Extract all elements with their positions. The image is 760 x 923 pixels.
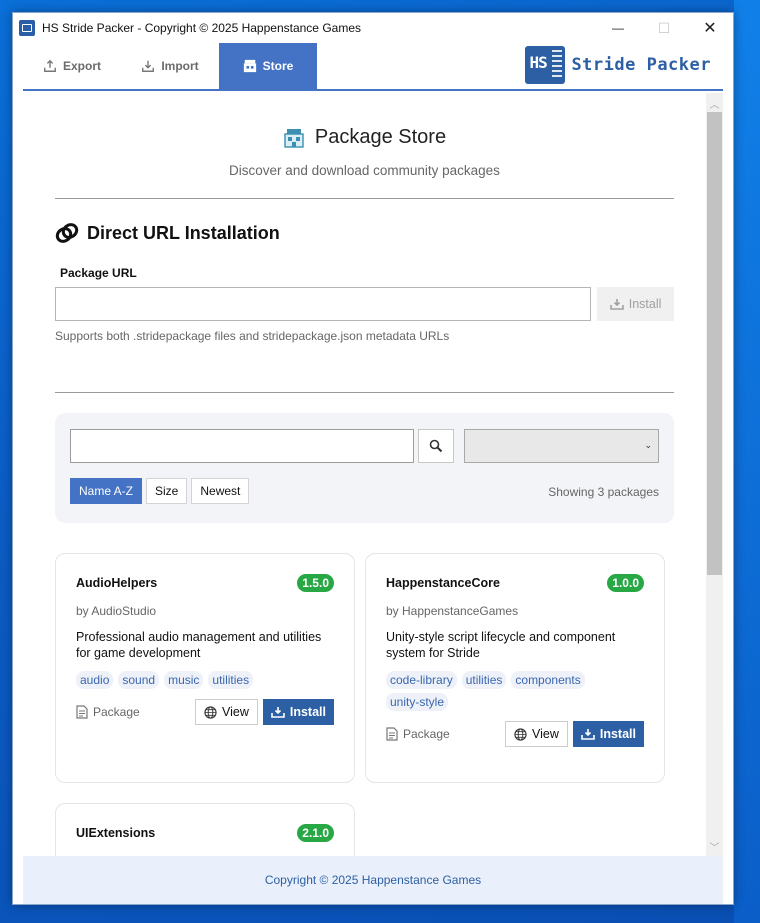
link-icon: [55, 223, 79, 243]
tag[interactable]: audio: [76, 671, 114, 689]
direct-url-heading: Direct URL Installation: [55, 222, 674, 244]
package-count: Showing 3 packages: [548, 485, 659, 499]
scroll-down-icon[interactable]: ﹀: [706, 838, 723, 854]
package-card: AudioHelpers 1.5.0 by AudioStudio Profes…: [55, 553, 355, 783]
filter-panel: ⌄ Name A-Z Size Newest Showing 3 package…: [55, 413, 674, 523]
page-title: Package Store: [314, 126, 447, 148]
divider: [55, 392, 674, 393]
scroll-thumb[interactable]: [707, 112, 722, 575]
package-card: UIExtensions 2.1.0: [55, 803, 355, 856]
install-button[interactable]: Install: [262, 699, 334, 725]
package-name: AudioHelpers: [76, 576, 158, 590]
package-type-label: Package: [93, 705, 140, 719]
tab-import[interactable]: Import: [121, 43, 219, 89]
globe-icon: [514, 727, 527, 741]
tab-store[interactable]: Store: [219, 43, 317, 89]
tag[interactable]: music: [164, 671, 204, 689]
app-icon: [19, 20, 35, 36]
tag-list: code-library utilities components unity-…: [386, 671, 644, 711]
version-badge: 1.5.0: [297, 574, 334, 592]
page-subtitle: Discover and download community packages: [229, 163, 500, 178]
tag-list: audio sound music utilities: [76, 671, 334, 689]
divider: [55, 198, 674, 199]
minimize-button[interactable]: —: [595, 13, 641, 43]
search-icon: [429, 439, 443, 453]
tab-export-label: Export: [62, 59, 101, 73]
maximize-button[interactable]: ☐: [641, 13, 687, 43]
url-install-label: Install: [628, 297, 662, 311]
package-url-input[interactable]: [55, 287, 592, 321]
document-icon: [386, 727, 398, 741]
package-author: by HappenstanceGames: [386, 604, 519, 618]
install-icon: [609, 299, 624, 310]
version-badge: 2.1.0: [297, 824, 334, 842]
store-icon: [243, 59, 256, 73]
search-button[interactable]: [417, 429, 455, 463]
vertical-scrollbar[interactable]: ︿ ﹀: [706, 93, 723, 856]
package-type: Package: [76, 705, 140, 719]
import-icon: [142, 60, 155, 72]
close-button[interactable]: ✕: [687, 13, 733, 43]
globe-icon: [204, 705, 217, 719]
tag[interactable]: unity-style: [386, 693, 449, 711]
install-label: Install: [289, 705, 326, 719]
brand: HS Stride Packer: [525, 46, 711, 84]
desktop-background: [734, 0, 760, 923]
app-window: HS Stride Packer - Copyright © 2025 Happ…: [12, 12, 734, 905]
url-hint: Supports both .stridepackage files and s…: [55, 329, 450, 343]
tab-export[interactable]: Export: [23, 43, 121, 89]
title-bar: HS Stride Packer - Copyright © 2025 Happ…: [13, 13, 733, 43]
window-title: HS Stride Packer - Copyright © 2025 Happ…: [42, 21, 361, 35]
view-button[interactable]: View: [505, 721, 568, 747]
export-icon: [44, 59, 56, 72]
brand-logo: HS: [525, 46, 566, 84]
footer: Copyright © 2025 Happenstance Games: [23, 856, 723, 904]
package-url-label: Package URL: [60, 266, 137, 280]
document-icon: [76, 705, 88, 719]
sort-name-button[interactable]: Name A-Z: [70, 478, 143, 504]
tab-bar: Export Import Store HS Stride Packer: [23, 43, 723, 91]
footer-copyright: Copyright © 2025 Happenstance Games: [264, 873, 482, 887]
install-button[interactable]: Install: [572, 721, 644, 747]
url-install-button[interactable]: Install: [597, 287, 674, 321]
view-label: View: [532, 727, 559, 741]
direct-url-title: Direct URL Installation: [87, 222, 280, 243]
search-row: ⌄: [70, 429, 659, 463]
package-type-label: Package: [403, 727, 450, 741]
sort-newest-button[interactable]: Newest: [191, 478, 250, 504]
tag[interactable]: utilities: [461, 671, 507, 689]
store-icon: [284, 128, 304, 148]
tab-import-label: Import: [161, 59, 199, 73]
tag[interactable]: code-library: [386, 671, 457, 689]
tag[interactable]: components: [511, 671, 585, 689]
package-card: HappenstanceCore 1.0.0 by HappenstanceGa…: [365, 553, 665, 783]
install-icon: [581, 729, 595, 740]
search-input[interactable]: [70, 429, 414, 463]
package-author: by AudioStudio: [76, 604, 157, 618]
brand-name: Stride Packer: [571, 55, 711, 75]
store-header: Package Store Discover and download comm…: [55, 93, 674, 178]
scroll-up-icon[interactable]: ︿: [706, 95, 723, 111]
sort-size-button[interactable]: Size: [146, 478, 188, 504]
url-row: Install: [55, 287, 674, 321]
category-select[interactable]: ⌄: [464, 429, 659, 463]
install-label: Install: [599, 727, 636, 741]
tag[interactable]: sound: [118, 671, 160, 689]
package-name: HappenstanceCore: [386, 576, 500, 590]
view-label: View: [222, 705, 249, 719]
chevron-down-icon: ⌄: [644, 440, 652, 450]
package-description: Unity-style script lifecycle and compone…: [386, 630, 616, 660]
view-button[interactable]: View: [195, 699, 258, 725]
version-badge: 1.0.0: [607, 574, 644, 592]
brand-logo-text: HS: [529, 53, 547, 72]
package-type: Package: [386, 727, 450, 741]
package-description: Professional audio management and utilit…: [76, 630, 322, 660]
install-icon: [271, 707, 285, 718]
package-name: UIExtensions: [76, 826, 156, 840]
tag[interactable]: utilities: [208, 671, 254, 689]
window-controls: — ☐ ✕: [595, 13, 733, 43]
store-content: Package Store Discover and download comm…: [23, 93, 723, 856]
tab-store-label: Store: [262, 59, 294, 73]
